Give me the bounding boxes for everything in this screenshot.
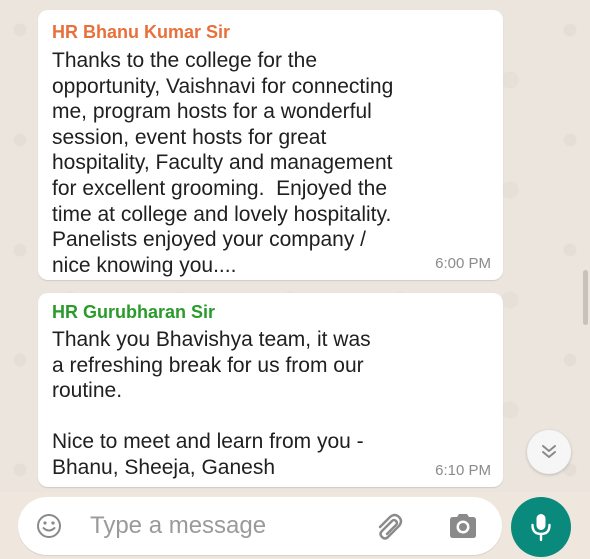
double-chevron-down-icon xyxy=(542,445,556,458)
chat-area: HR Bhanu Kumar Sir Thanks to the college… xyxy=(0,0,590,492)
message-time: 6:10 PM xyxy=(435,462,491,479)
message-bubble[interactable]: HR Bhanu Kumar Sir Thanks to the college… xyxy=(38,10,503,280)
emoji-icon[interactable] xyxy=(36,513,62,539)
sender-name[interactable]: HR Bhanu Kumar Sir xyxy=(52,22,230,43)
message-time: 6:00 PM xyxy=(435,255,491,272)
mic-button[interactable] xyxy=(511,497,571,557)
scroll-down-button[interactable] xyxy=(527,430,571,474)
message-composer[interactable]: Type a message xyxy=(18,497,502,555)
sender-name[interactable]: HR Gurubharan Sir xyxy=(52,302,215,323)
message-bubble[interactable]: HR Gurubharan Sir Thank you Bhavishya te… xyxy=(38,293,503,487)
camera-icon[interactable] xyxy=(447,512,479,540)
message-input[interactable]: Type a message xyxy=(90,512,266,540)
microphone-icon xyxy=(531,514,551,542)
scrollbar[interactable] xyxy=(583,270,588,325)
message-text: Thanks to the college for the opportunit… xyxy=(52,49,394,277)
paperclip-icon[interactable] xyxy=(374,511,406,541)
message-text: Thank you Bhavishya team, it was a refre… xyxy=(52,328,371,479)
